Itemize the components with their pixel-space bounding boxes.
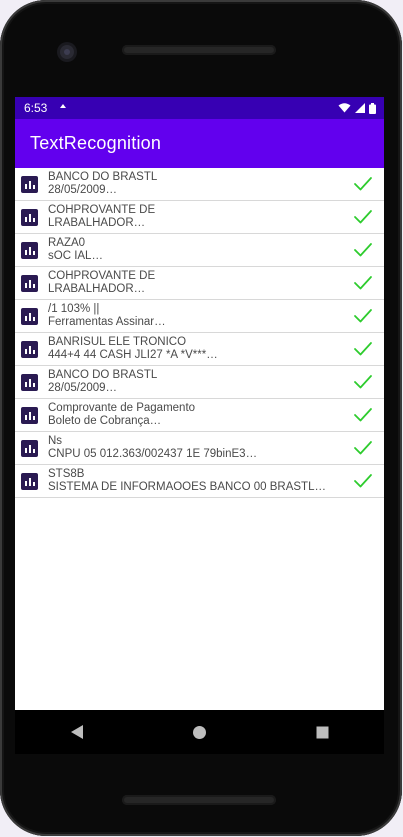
list-item-title: /1 103% || <box>48 303 100 315</box>
list-item-title: COHPROVANTE DE <box>48 204 156 216</box>
list-item-text: RAZA0 sOC IAL… <box>48 237 352 263</box>
list-item-title: STS8B <box>48 468 85 480</box>
top-speaker <box>122 45 276 55</box>
list-item-title: BANCO DO BRASTL <box>48 171 158 183</box>
list-item-text: BANRISUL ELE TRONICO 444+4 44 CASH JLI27 … <box>48 336 352 362</box>
list-item-subtitle: 444+4 44 CASH JLI27 *A *V***… <box>48 349 218 361</box>
recents-icon <box>316 726 329 738</box>
list-item-text: /1 103% || Ferramentas Assinar… <box>48 303 352 329</box>
list-item-subtitle: LRABALHADOR… <box>48 217 146 229</box>
wifi-icon <box>338 103 351 113</box>
list-item[interactable]: BANRISUL ELE TRONICO 444+4 44 CASH JLI27 … <box>15 333 384 366</box>
list-item-subtitle: SISTEMA DE INFORMAOOES BANCO 00 BRASTL… <box>48 481 326 493</box>
list-item[interactable]: BANCO DO BRASTL 28/05/2009… <box>15 366 384 399</box>
status-time: 6:53 <box>24 101 48 115</box>
list-item[interactable]: STS8B SISTEMA DE INFORMAOOES BANCO 00 BRA… <box>15 465 384 498</box>
list-item-subtitle: sOC IAL… <box>48 250 103 262</box>
app-title: TextRecognition <box>30 133 162 153</box>
check-icon <box>354 375 372 389</box>
recents-button[interactable] <box>303 712 343 752</box>
back-button[interactable] <box>57 712 97 752</box>
check-icon <box>354 342 372 356</box>
list-item-text: STS8B SISTEMA DE INFORMAOOES BANCO 00 BRA… <box>48 468 352 494</box>
notification-icon <box>59 101 67 112</box>
list-item[interactable]: BANCO DO BRASTL 28/05/2009… <box>15 168 384 201</box>
list-item[interactable]: Comprovante de Pagamento Boleto de Cobran… <box>15 399 384 432</box>
list-item-text: BANCO DO BRASTL 28/05/2009… <box>48 171 352 197</box>
list-item-subtitle: 28/05/2009… <box>48 184 118 196</box>
check-icon <box>354 309 372 323</box>
list-item-subtitle: CNPU 05 012.363/002437 1E 79binE3… <box>48 448 258 460</box>
list-item-title: RAZA0 <box>48 237 86 249</box>
list-item[interactable]: /1 103% || Ferramentas Assinar… <box>15 300 384 333</box>
check-icon <box>354 408 372 422</box>
bar-chart-icon <box>21 406 38 424</box>
check-icon <box>354 243 372 257</box>
bar-chart-icon <box>21 274 38 292</box>
signal-icon <box>355 103 365 113</box>
back-icon <box>70 725 83 739</box>
list-item-subtitle: LRABALHADOR… <box>48 283 146 295</box>
list-item[interactable]: RAZA0 sOC IAL… <box>15 234 384 267</box>
list-item-text: BANCO DO BRASTL 28/05/2009… <box>48 369 352 395</box>
check-icon <box>354 441 372 455</box>
front-camera <box>60 45 74 59</box>
list-item-title: BANRISUL ELE TRONICO <box>48 336 187 348</box>
status-bar: 6:53 <box>15 97 384 119</box>
result-list: BANCO DO BRASTL 28/05/2009… COHPROVANTE DE… <box>15 168 384 498</box>
list-item[interactable]: Ns CNPU 05 012.363/002437 1E 79binE3… <box>15 432 384 465</box>
bar-chart-icon <box>21 307 38 325</box>
app-bar: TextRecognition <box>15 119 384 168</box>
bar-chart-icon <box>21 175 38 193</box>
bar-chart-icon <box>21 241 38 259</box>
bottom-speaker <box>122 795 276 805</box>
list-item-subtitle: Boleto de Cobrança… <box>48 415 162 427</box>
list-item-subtitle: 28/05/2009… <box>48 382 118 394</box>
list-item-subtitle: Ferramentas Assinar… <box>48 316 166 328</box>
list-item-title: COHPROVANTE DE <box>48 270 156 282</box>
check-icon <box>354 474 372 488</box>
list-item[interactable]: COHPROVANTE DE LRABALHADOR… <box>15 267 384 300</box>
status-icons <box>338 102 376 114</box>
home-icon <box>193 725 206 739</box>
list-item-text: COHPROVANTE DE LRABALHADOR… <box>48 270 352 296</box>
battery-icon <box>369 102 376 114</box>
check-icon <box>354 276 372 290</box>
check-icon <box>354 177 372 191</box>
list-item-title: Ns <box>48 435 63 447</box>
list-item-text: Comprovante de Pagamento Boleto de Cobran… <box>48 402 352 428</box>
list-item-text: COHPROVANTE DE LRABALHADOR… <box>48 204 352 230</box>
list-item-text: Ns CNPU 05 012.363/002437 1E 79binE3… <box>48 435 352 461</box>
home-button[interactable] <box>180 712 220 752</box>
phone-frame: 6:53 TextRecognition BANCO DO BRASTL 28/0… <box>0 0 402 836</box>
bar-chart-icon <box>21 439 38 457</box>
screen: 6:53 TextRecognition BANCO DO BRASTL 28/0… <box>15 97 384 710</box>
list-item[interactable]: COHPROVANTE DE LRABALHADOR… <box>15 201 384 234</box>
navigation-bar <box>15 710 384 754</box>
list-item-title: BANCO DO BRASTL <box>48 369 158 381</box>
bar-chart-icon <box>21 340 38 358</box>
list-item-title: Comprovante de Pagamento <box>48 402 196 414</box>
bar-chart-icon <box>21 373 38 391</box>
check-icon <box>354 210 372 224</box>
bar-chart-icon <box>21 208 38 226</box>
bar-chart-icon <box>21 472 38 490</box>
